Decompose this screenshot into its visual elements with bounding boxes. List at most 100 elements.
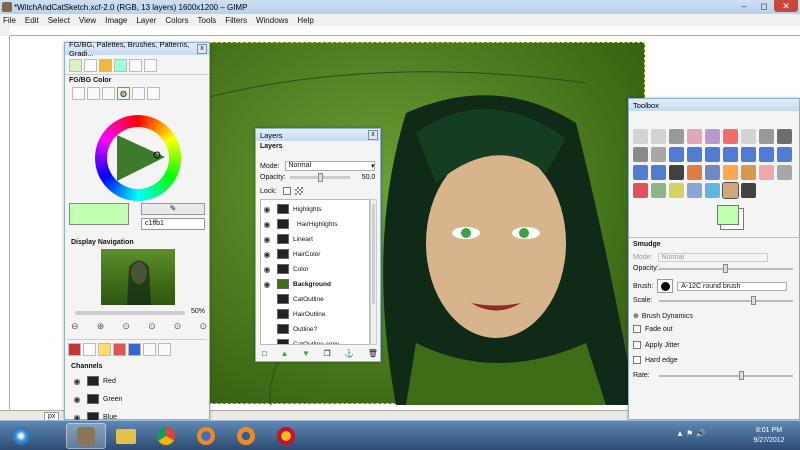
ellipse-select-tool-icon[interactable] [651,129,666,144]
document-tab-icon[interactable] [143,343,156,356]
eraser-tool-icon[interactable] [759,165,774,180]
layer-row[interactable]: ◉ Highlights [261,202,369,216]
heal-tool-icon[interactable] [669,183,684,198]
zoom-in-icon[interactable]: ⊕ [97,321,105,332]
lasso-tool-icon[interactable] [669,129,684,144]
pattern-tab-icon[interactable] [114,59,127,72]
menu-filters[interactable]: Filters [225,16,247,25]
ink-tool-icon[interactable] [633,183,648,198]
blend-tool-icon[interactable] [705,165,720,180]
delete-layer-icon[interactable]: 🗑 [368,349,378,358]
scale-selector-icon[interactable] [102,87,115,100]
palette-tab-icon[interactable] [84,59,97,72]
cmyk-selector-icon[interactable] [87,87,100,100]
channel-row[interactable]: ◉ Red [71,376,116,386]
foreground-color-swatch[interactable] [69,203,129,225]
perspective-tool-icon[interactable] [777,147,792,162]
navigation-preview[interactable] [101,249,175,305]
zoom-slider[interactable] [75,311,185,315]
eye-icon[interactable]: ◉ [261,220,273,229]
taskbar-audacity[interactable] [266,423,306,449]
vertical-ruler[interactable] [0,36,10,410]
scissors-tool-icon[interactable] [723,129,738,144]
lower-layer-icon[interactable]: ▼ [302,349,310,358]
taskbar-firefox[interactable] [186,423,226,449]
duplicate-layer-icon[interactable]: ❐ [323,349,330,358]
shear-tool-icon[interactable] [759,147,774,162]
tool-mode-select[interactable]: Normal [658,253,769,262]
eye-icon[interactable]: ◉ [261,235,273,244]
paintbrush-tool-icon[interactable] [741,165,756,180]
eye-icon[interactable]: ◉ [261,265,273,274]
zoom-fill-icon[interactable]: ⊙ [174,321,182,332]
layers-tab-icon[interactable] [68,343,81,356]
palette-selector-icon[interactable] [147,87,160,100]
rate-slider[interactable] [659,371,793,380]
bucket-fill-tool-icon[interactable] [687,165,702,180]
images-tab-icon[interactable] [128,343,141,356]
menu-select[interactable]: Select [48,16,70,25]
templates-tab-icon[interactable] [158,343,171,356]
jitter-option[interactable]: Apply Jitter [633,341,680,349]
layer-row[interactable]: HairOutline [261,307,369,321]
cage-tool-icon[interactable] [651,165,666,180]
layer-row[interactable]: CatOutline copy [261,337,369,344]
menu-colors[interactable]: Colors [165,16,188,25]
rect-select-tool-icon[interactable] [633,129,648,144]
gimp-selector-icon[interactable] [72,87,85,100]
airbrush-tool-icon[interactable] [777,165,792,180]
move-tool-icon[interactable] [669,147,684,162]
zoom-out-icon[interactable]: ⊖ [71,321,79,332]
artwork-canvas[interactable] [165,42,645,406]
smudge-tool-icon[interactable] [722,182,739,199]
eye-icon[interactable]: ◉ [261,250,273,259]
perspective-clone-tool-icon[interactable] [687,183,702,198]
rotate-tool-icon[interactable] [723,147,738,162]
lock-pixels-checkbox[interactable] [282,187,291,195]
menu-edit[interactable]: Edit [25,16,39,25]
raise-layer-icon[interactable]: ▲ [280,349,288,358]
menu-view[interactable]: View [79,16,96,25]
clone-tool-icon[interactable] [651,183,666,198]
zoom-tool-icon[interactable] [633,147,648,162]
taskbar-blender[interactable] [226,423,266,449]
watercolor-selector-icon[interactable] [132,87,145,100]
brush-name-field[interactable]: A-12C round brush [677,281,788,291]
fade-out-checkbox[interactable] [633,325,641,333]
eye-icon[interactable]: ◉ [261,280,273,289]
gradient-tab-icon[interactable] [129,59,142,72]
start-button[interactable] [2,423,40,449]
hard-edge-option[interactable]: Hard edge [633,356,678,364]
crop-tool-icon[interactable] [705,147,720,162]
channel-row[interactable]: ◉ Green [71,394,122,404]
layers-scrollbar[interactable] [370,199,377,345]
eye-icon[interactable]: ◉ [71,377,83,386]
wheel-selector-icon[interactable]: ◍ [117,87,130,100]
zoom-shrink-icon[interactable]: ⊙ [199,321,207,332]
lock-alpha-icon[interactable] [294,187,303,195]
brush-dynamics-expander[interactable]: ⊕ Brush Dynamics [633,312,693,321]
brush-tab-icon[interactable] [99,59,112,72]
scale-tool-icon[interactable] [741,147,756,162]
zoom-fit-icon[interactable]: ⊙ [148,321,156,332]
text-tool-icon[interactable] [669,165,684,180]
hex-input[interactable]: c1ffb1 [141,218,205,230]
opacity-slider[interactable] [289,173,350,182]
hard-edge-checkbox[interactable] [633,356,641,364]
tool-opacity-slider[interactable] [659,264,793,273]
fade-out-option[interactable]: Fade out [633,325,673,333]
paths-tool-icon[interactable] [759,129,774,144]
layer-row[interactable]: ◉ HairHighlights [261,217,369,231]
channels-tab-icon[interactable] [83,343,96,356]
extra-tab-icon[interactable] [144,59,157,72]
menu-tools[interactable]: Tools [198,16,217,25]
measure-tool-icon[interactable] [651,147,666,162]
dock-close-icon[interactable]: x [197,44,207,54]
flip-tool-icon[interactable] [633,165,648,180]
layer-row[interactable]: ◉ Lineart [261,232,369,246]
minimize-button[interactable]: – [734,0,754,12]
align-tool-icon[interactable] [687,147,702,162]
paths-tab-icon[interactable] [98,343,111,356]
close-button[interactable]: ✕ [774,0,798,12]
layer-row[interactable]: CatOutline [261,292,369,306]
